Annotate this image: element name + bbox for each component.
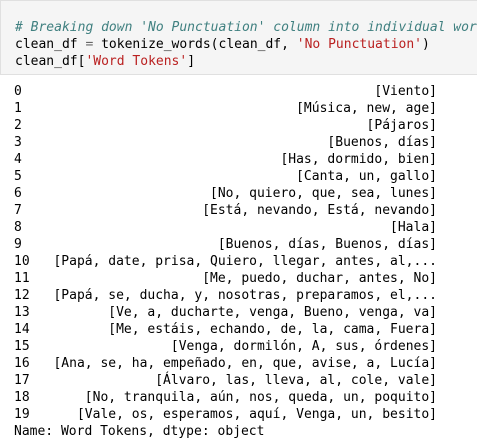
row-index: 8 bbox=[14, 220, 22, 235]
row-index: 18 bbox=[14, 390, 30, 405]
row-value: [Música, new, age] bbox=[296, 101, 437, 116]
output-row: 13 [Ve, a, ducharte, venga, Bueno, venga,… bbox=[0, 304, 477, 321]
output-row: 16 [Ana, se, ha, empeñado, en, que, avise… bbox=[0, 355, 477, 372]
row-value: [No, tranquila, aún, nos, queda, un, poq… bbox=[84, 390, 437, 405]
output-row: 18 [No, tranquila, aún, nos, queda, un, p… bbox=[0, 389, 477, 406]
code-var: clean_df bbox=[15, 37, 78, 52]
row-index: 15 bbox=[14, 339, 30, 354]
row-index: 16 bbox=[14, 356, 30, 371]
code-cell[interactable]: # Breaking down 'No Punctuation' column … bbox=[0, 0, 477, 75]
output-row: 3 [Buenos, días] bbox=[0, 134, 477, 151]
output-row: 6 [No, quiero, que, sea, lunes] bbox=[0, 185, 477, 202]
output-row: 8 [Hala] bbox=[0, 219, 477, 236]
output-row: 2 [Pájaros] bbox=[0, 117, 477, 134]
output-row: 12 [Papá, se, ducha, y, nosotras, prepara… bbox=[0, 287, 477, 304]
row-value: [Papá, date, prisa, Quiero, llegar, ante… bbox=[53, 254, 437, 269]
code-var: clean_df[ bbox=[15, 54, 86, 69]
output-row: 0 [Viento] bbox=[0, 83, 477, 100]
row-value: [Buenos, días] bbox=[327, 135, 437, 150]
output-row: 19 [Vale, os, esperamos, aquí, Venga, un,… bbox=[0, 406, 477, 423]
row-value: [Está, nevando, Está, nevando] bbox=[202, 203, 437, 218]
row-index: 9 bbox=[14, 237, 22, 252]
code-line-2: clean_df = tokenize_words(clean_df, 'No … bbox=[15, 36, 430, 53]
output-row: 14 [Me, estáis, echando, de, la, cama, Fu… bbox=[0, 321, 477, 338]
row-index: 5 bbox=[14, 169, 22, 184]
row-value: [Buenos, días, Buenos, días] bbox=[217, 237, 437, 252]
code-comment: # Breaking down 'No Punctuation' column … bbox=[15, 20, 477, 35]
code-string: 'Word Tokens' bbox=[85, 54, 188, 69]
output-row: 15 [Venga, dormilón, A, sus, órdenes] bbox=[0, 338, 477, 355]
output-row: 1 [Música, new, age] bbox=[0, 100, 477, 117]
code-call: tokenize_words(clean_df, bbox=[101, 37, 297, 52]
output-row: 9 [Buenos, días, Buenos, días] bbox=[0, 236, 477, 253]
row-value: [No, quiero, que, sea, lunes] bbox=[210, 186, 437, 201]
row-value: [Ve, a, ducharte, venga, Bueno, venga, v… bbox=[108, 305, 437, 320]
row-index: 14 bbox=[14, 322, 30, 337]
row-index: 10 bbox=[14, 254, 30, 269]
row-index: 12 bbox=[14, 288, 30, 303]
series-footer: Name: Word Tokens, dtype: object bbox=[14, 424, 265, 439]
row-index: 17 bbox=[14, 373, 30, 388]
row-index: 0 bbox=[14, 84, 22, 99]
row-value: [Álvaro, las, lleva, al, cole, vale] bbox=[155, 373, 437, 388]
row-value: [Vale, os, esperamos, aquí, Venga, un, b… bbox=[76, 407, 437, 422]
row-value: [Venga, dormilón, A, sus, órdenes] bbox=[170, 339, 437, 354]
output-row: 10 [Papá, date, prisa, Quiero, llegar, an… bbox=[0, 253, 477, 270]
output-row: 17 [Álvaro, las, lleva, al, cole, vale] bbox=[0, 372, 477, 389]
row-value: [Viento] bbox=[374, 84, 437, 99]
row-value: [Me, puedo, duchar, antes, No] bbox=[202, 271, 437, 286]
row-value: [Ana, se, ha, empeñado, en, que, avise, … bbox=[53, 356, 437, 371]
output-row: 5 [Canta, un, gallo] bbox=[0, 168, 477, 185]
row-index: 13 bbox=[14, 305, 30, 320]
row-value: [Has, dormido, bien] bbox=[280, 152, 437, 167]
row-value: [Canta, un, gallo] bbox=[296, 169, 437, 184]
code-end: ] bbox=[187, 54, 196, 69]
row-index: 2 bbox=[14, 118, 22, 133]
row-value: [Hala] bbox=[390, 220, 437, 235]
code-operator: = bbox=[77, 37, 102, 52]
output-row: 7 [Está, nevando, Está, nevando] bbox=[0, 202, 477, 219]
row-index: 11 bbox=[14, 271, 30, 286]
row-value: [Papá, se, ducha, y, nosotras, preparamo… bbox=[53, 288, 437, 303]
code-string: 'No Punctuation' bbox=[296, 37, 423, 52]
row-index: 3 bbox=[14, 135, 22, 150]
row-value: [Me, estáis, echando, de, la, cama, Fuer… bbox=[108, 322, 437, 337]
cell-output: 0 [Viento] 1 [Música, new, age] 2 [Pájaros] 3 [… bbox=[0, 83, 477, 423]
code-line-3: clean_df['Word Tokens'] bbox=[15, 53, 195, 70]
row-index: 1 bbox=[14, 101, 22, 116]
row-index: 6 bbox=[14, 186, 22, 201]
row-value: [Pájaros] bbox=[366, 118, 437, 133]
code-end: ) bbox=[422, 37, 430, 52]
row-index: 4 bbox=[14, 152, 22, 167]
row-index: 7 bbox=[14, 203, 22, 218]
output-row: 4 [Has, dormido, bien] bbox=[0, 151, 477, 168]
row-index: 19 bbox=[14, 407, 30, 422]
output-row: 11 [Me, puedo, duchar, antes, No] bbox=[0, 270, 477, 287]
